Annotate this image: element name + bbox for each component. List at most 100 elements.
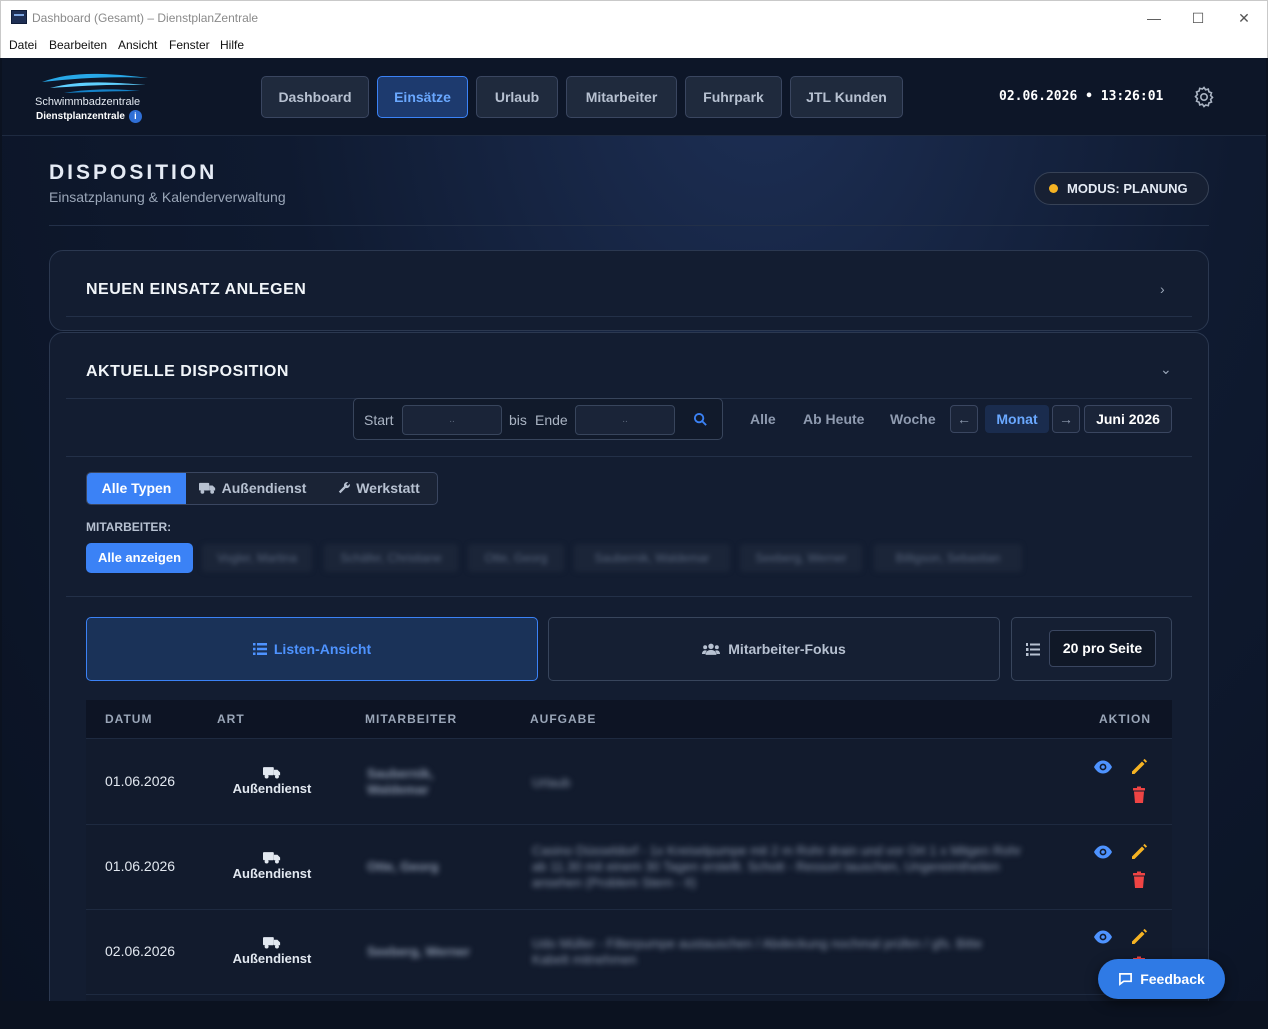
employee-filter-pill[interactable]: Billigson, Sebastian [874, 544, 1022, 572]
pencil-icon[interactable] [1129, 842, 1149, 862]
row-type-label: Außendienst [232, 866, 312, 881]
nav-tab-einsaetze[interactable]: Einsätze [377, 76, 468, 118]
chat-icon [1119, 973, 1133, 986]
row-employee: Saubernik, Waldemar [367, 766, 434, 797]
feedback-button[interactable]: Feedback [1098, 959, 1225, 999]
start-label: Start [364, 412, 394, 428]
table-row[interactable]: 01.06.2026 Außendienst Otte, Georg Casin… [86, 825, 1172, 910]
nav-tab-jtl-kunden[interactable]: JTL Kunden [790, 76, 903, 118]
row-employee: Otte, Georg [367, 859, 439, 874]
employee-filter-pill[interactable]: Otte, Georg [468, 544, 564, 572]
table-row[interactable]: 01.06.2026 Außendienst Saubernik, Waldem… [86, 740, 1172, 825]
employee-filter-pill[interactable]: Vogler, Martina [202, 544, 312, 572]
filter-divider [66, 456, 1192, 457]
row-task: Urlaub [532, 775, 571, 790]
menu-fenster[interactable]: Fenster [169, 38, 210, 52]
row-task: Udo Müller - Filterpumpe austauschen / A… [532, 936, 983, 967]
col-aufgabe[interactable]: AUFGABE [530, 712, 596, 726]
nav-tab-urlaub[interactable]: Urlaub [476, 76, 558, 118]
nav-tab-dashboard[interactable]: Dashboard [261, 76, 369, 118]
window-bottom-edge [2, 1001, 1266, 1027]
users-icon [702, 643, 721, 655]
current-period[interactable]: Juni 2026 [1084, 405, 1172, 433]
trash-icon[interactable] [1129, 870, 1149, 890]
next-period-button[interactable]: → [1052, 405, 1080, 433]
table-row[interactable]: 02.06.2026 Außendienst Seeberg, Werner U… [86, 910, 1172, 995]
trash-icon[interactable] [1129, 785, 1149, 805]
type-werkstatt-label: Werkstatt [356, 480, 420, 496]
employee-filter-pill[interactable]: Saubernik, Waldemar [574, 544, 730, 572]
employee-focus-button[interactable]: Mitarbeiter-Fokus [548, 617, 1000, 681]
truck-icon [263, 767, 281, 779]
start-date-input[interactable]: .. [402, 405, 502, 435]
type-filter: Alle Typen Außendienst Werkstatt [86, 472, 438, 505]
page-subtitle: Einsatzplanung & Kalenderverwaltung [49, 189, 286, 205]
employee-focus-label: Mitarbeiter-Fokus [728, 641, 846, 657]
page-title: DISPOSITION [49, 161, 218, 184]
chevron-right-icon[interactable]: › [1160, 281, 1165, 297]
filter-monat[interactable]: Monat [985, 405, 1049, 433]
prev-period-button[interactable]: ← [950, 405, 978, 433]
per-page-select[interactable]: 20 pro Seite [1049, 630, 1156, 667]
col-aktion: AKTION [1099, 712, 1151, 726]
menu-bearbeiten[interactable]: Bearbeiten [49, 38, 107, 52]
maximize-button[interactable]: ☐ [1175, 5, 1221, 31]
logo-subname-text: Dienstplanzentrale [36, 111, 125, 123]
col-datum[interactable]: DATUM [105, 712, 152, 726]
window-title: Dashboard (Gesamt) – DienstplanZentrale [32, 11, 259, 25]
col-mitarbeiter[interactable]: MITARBEITER [365, 712, 457, 726]
search-icon[interactable] [693, 412, 708, 427]
minimize-button[interactable]: — [1131, 5, 1177, 31]
info-icon[interactable]: i [128, 110, 142, 123]
truck-icon [263, 852, 281, 864]
close-button[interactable]: ✕ [1221, 5, 1267, 31]
current-disposition-title[interactable]: AKTUELLE DISPOSITION [86, 363, 289, 381]
mode-status-dot [1049, 184, 1058, 193]
new-entry-title[interactable]: NEUEN EINSATZ ANLEGEN [86, 281, 306, 299]
end-label: Ende [535, 412, 568, 428]
list-view-label: Listen-Ansicht [273, 641, 372, 657]
row-task: Casino Düsseldorf - 1x Kreiselpumpe mit … [532, 843, 1022, 890]
filter-alle[interactable]: Alle [750, 411, 776, 427]
employee-filter-pill[interactable]: Schäfer, Christiane [324, 544, 458, 572]
type-alle-typen[interactable]: Alle Typen [87, 473, 186, 504]
filter-woche[interactable]: Woche [890, 411, 936, 427]
feedback-label: Feedback [1140, 971, 1205, 987]
clock: 02.06.2026 • 13:26:01 [999, 89, 1164, 104]
eye-icon[interactable] [1093, 927, 1113, 947]
gear-icon[interactable] [1192, 85, 1216, 109]
type-werkstatt[interactable]: Werkstatt [319, 473, 437, 504]
type-aussendienst[interactable]: Außendienst [186, 473, 319, 504]
menu-ansicht[interactable]: Ansicht [118, 38, 157, 52]
row-date: 02.06.2026 [105, 943, 176, 959]
show-all-employees-button[interactable]: Alle anzeigen [86, 543, 193, 573]
type-aussendienst-label: Außendienst [221, 480, 307, 496]
menu-datei[interactable]: Datei [9, 38, 37, 52]
col-art[interactable]: ART [217, 712, 245, 726]
chevron-down-icon[interactable]: ⌄ [1160, 361, 1172, 378]
row-type: Außendienst [226, 766, 318, 796]
list-view-button[interactable]: Listen-Ansicht [86, 617, 538, 681]
filter-ab-heute[interactable]: Ab Heute [803, 411, 864, 427]
window-titlebar: Dashboard (Gesamt) – DienstplanZentrale … [0, 0, 1268, 34]
logo-name: Schwimmbadzentrale [35, 96, 141, 108]
bis-label: bis [509, 412, 527, 428]
employee-filter-pill[interactable]: Seeberg, Werner [740, 544, 862, 572]
mode-badge: MODUS: PLANUNG [1034, 172, 1209, 205]
logo-wave-icon [42, 73, 148, 93]
end-date-input[interactable]: .. [575, 405, 675, 435]
nav-tab-fuhrpark[interactable]: Fuhrpark [685, 76, 782, 118]
eye-icon[interactable] [1093, 757, 1113, 777]
panel-divider [66, 316, 1192, 317]
mode-label: MODUS: PLANUNG [1067, 181, 1188, 196]
header-divider [49, 225, 1209, 226]
numbered-list-icon [1026, 643, 1040, 656]
row-type: Außendienst [226, 936, 318, 966]
nav-tab-mitarbeiter[interactable]: Mitarbeiter [566, 76, 677, 118]
pencil-icon[interactable] [1129, 757, 1149, 777]
new-entry-panel[interactable]: NEUEN EINSATZ ANLEGEN › [49, 250, 1209, 331]
eye-icon[interactable] [1093, 842, 1113, 862]
row-date: 01.06.2026 [105, 773, 176, 789]
menu-hilfe[interactable]: Hilfe [220, 38, 244, 52]
pencil-icon[interactable] [1129, 927, 1149, 947]
